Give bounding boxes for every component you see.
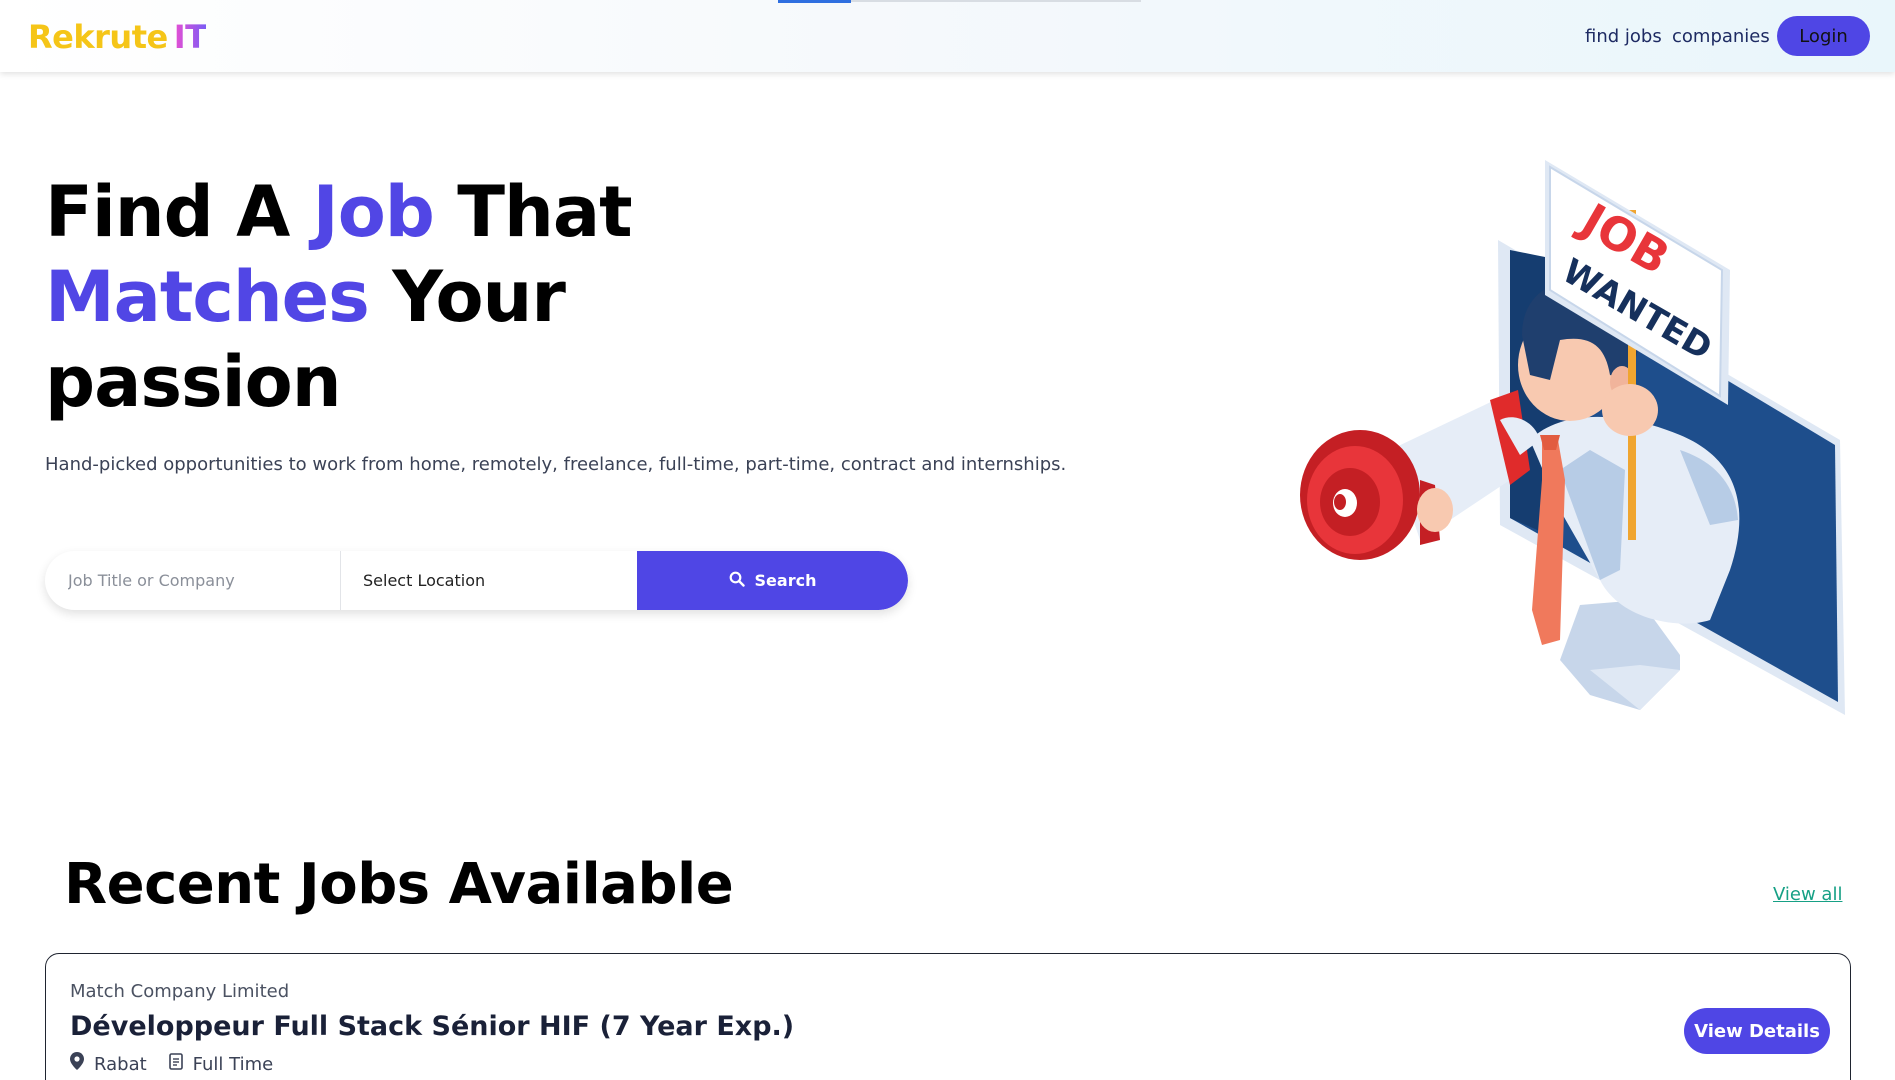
job-card[interactable]: Match Company Limited Développeur Full S… [45, 953, 1851, 1080]
map-pin-icon [70, 1052, 84, 1077]
search-icon [729, 571, 745, 591]
hero-subtitle: Hand-picked opportunities to work from h… [45, 454, 1067, 475]
hero-title-word: Find A [45, 171, 313, 253]
hero-title-word: That [433, 171, 632, 253]
search-button-label: Search [754, 571, 817, 590]
job-location-label: Rabat [94, 1053, 147, 1075]
recent-jobs-heading: Recent Jobs Available [64, 852, 734, 917]
job-type: Full Time [168, 1052, 274, 1077]
job-search-bar: Select Location Search [45, 551, 908, 610]
job-company: Match Company Limited [70, 981, 290, 1002]
job-meta: Rabat Full Time [70, 1052, 295, 1077]
nav-link-companies[interactable]: companies [1672, 25, 1770, 49]
view-all-link[interactable]: View all [1773, 883, 1842, 907]
job-title[interactable]: Développeur Full Stack Sénior HIF (7 Yea… [70, 1009, 794, 1045]
nav-link-find-jobs[interactable]: find jobs [1585, 25, 1662, 49]
hero-title: Find A Job That Matches Your passion [45, 170, 633, 425]
job-title-input[interactable] [45, 551, 341, 610]
brand-logo[interactable]: Rekrute IT [28, 17, 207, 57]
job-wanted-illustration: JOB WANTED [1260, 150, 1880, 730]
location-select[interactable]: Select Location [341, 551, 637, 610]
hero-title-accent: Matches [45, 256, 370, 338]
hero-title-accent: Job [312, 171, 435, 253]
page-load-progress [778, 0, 851, 3]
document-icon [168, 1052, 183, 1077]
navbar: Rekrute IT find jobs companies Login [0, 0, 1895, 72]
login-button[interactable]: Login [1777, 16, 1870, 56]
hero-title-word: Your [368, 256, 566, 338]
view-details-button[interactable]: View Details [1684, 1008, 1830, 1054]
hero-title-word: passion [45, 341, 342, 423]
job-type-label: Full Time [192, 1053, 274, 1075]
job-location: Rabat [70, 1052, 147, 1077]
brand-logo-part2: IT [173, 18, 207, 56]
search-button[interactable]: Search [637, 551, 908, 610]
brand-logo-part1: Rekrute [28, 18, 168, 56]
